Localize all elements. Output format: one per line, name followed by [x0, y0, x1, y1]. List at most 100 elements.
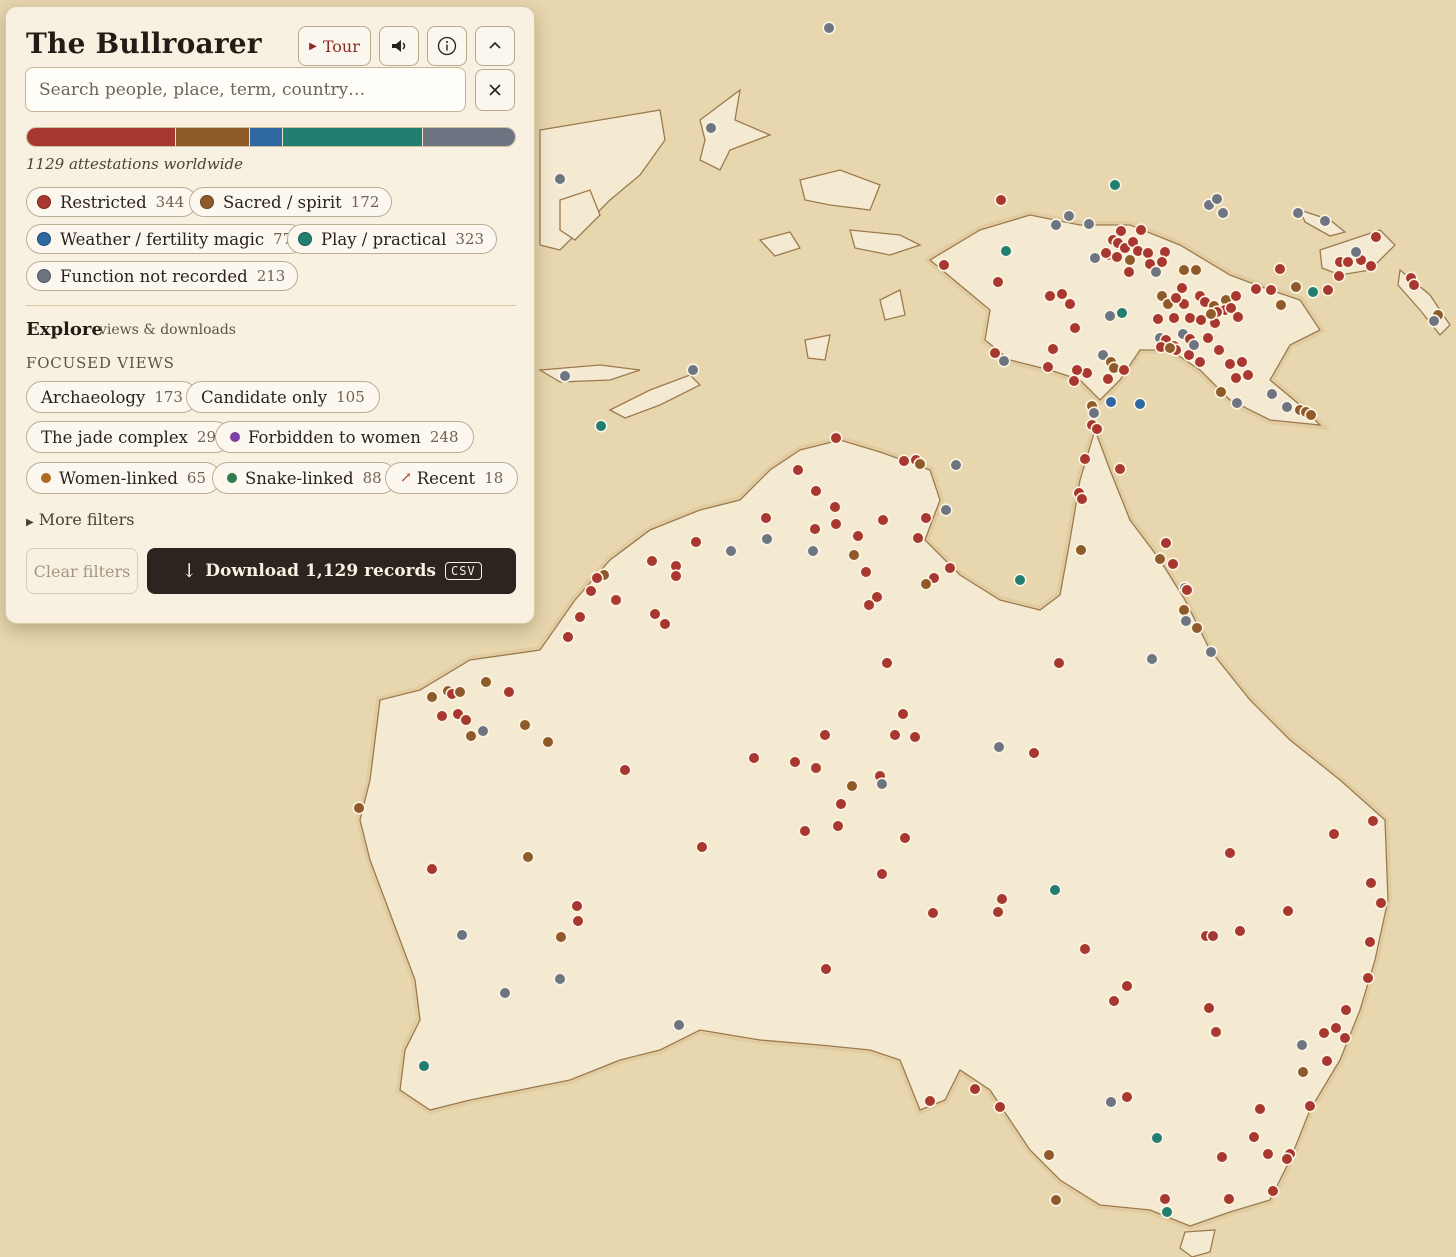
- attestation-marker[interactable]: [1150, 1131, 1164, 1145]
- attestation-marker[interactable]: [897, 454, 911, 468]
- attestation-marker[interactable]: [618, 763, 632, 777]
- attestation-marker[interactable]: [1215, 1150, 1229, 1164]
- attestation-marker[interactable]: [669, 569, 683, 583]
- attestation-marker[interactable]: [1303, 1099, 1317, 1113]
- attestation-marker[interactable]: [1295, 1038, 1309, 1052]
- attestation-marker[interactable]: [806, 544, 820, 558]
- attestation-marker[interactable]: [648, 607, 662, 621]
- attestation-marker[interactable]: [476, 724, 490, 738]
- attestation-marker[interactable]: [1229, 371, 1243, 385]
- attestation-marker[interactable]: [994, 193, 1008, 207]
- attestation-marker[interactable]: [609, 593, 623, 607]
- category-chip-unrecorded[interactable]: Function not recorded 213: [26, 261, 299, 291]
- attestation-marker[interactable]: [992, 740, 1006, 754]
- attestation-marker[interactable]: [1369, 230, 1383, 244]
- attestation-marker[interactable]: [747, 751, 761, 765]
- attestation-marker[interactable]: [1187, 338, 1201, 352]
- attestation-marker[interactable]: [1231, 310, 1245, 324]
- attestation-marker[interactable]: [1327, 827, 1341, 841]
- attestation-marker[interactable]: [1364, 876, 1378, 890]
- attestation-marker[interactable]: [1364, 259, 1378, 273]
- attestation-marker[interactable]: [798, 824, 812, 838]
- attestation-marker[interactable]: [571, 914, 585, 928]
- attestation-marker[interactable]: [1291, 206, 1305, 220]
- attestation-marker[interactable]: [791, 463, 805, 477]
- attestation-marker[interactable]: [845, 779, 859, 793]
- attestation-marker[interactable]: [1247, 1130, 1261, 1144]
- attestation-marker[interactable]: [1306, 285, 1320, 299]
- attestation-marker[interactable]: [919, 511, 933, 525]
- attestation-marker[interactable]: [1046, 342, 1060, 356]
- category-chip-restricted[interactable]: Restricted 344: [26, 187, 198, 217]
- attestation-marker[interactable]: [943, 561, 957, 575]
- attestation-marker[interactable]: [1043, 289, 1057, 303]
- attestation-marker[interactable]: [759, 511, 773, 525]
- attestation-marker[interactable]: [834, 797, 848, 811]
- attestation-marker[interactable]: [1110, 250, 1124, 264]
- attestation-marker[interactable]: [1241, 368, 1255, 382]
- attestation-marker[interactable]: [1265, 387, 1279, 401]
- attestation-marker[interactable]: [880, 656, 894, 670]
- attestation-marker[interactable]: [1062, 209, 1076, 223]
- attestation-marker[interactable]: [1341, 255, 1355, 269]
- tour-button[interactable]: ▶ Tour: [298, 26, 371, 66]
- attestation-marker[interactable]: [1075, 492, 1089, 506]
- attestation-marker[interactable]: [999, 244, 1013, 258]
- attestation-marker[interactable]: [829, 431, 843, 445]
- view-chip-women-linked[interactable]: Women-linked 65: [26, 462, 221, 494]
- attestation-marker[interactable]: [1101, 372, 1115, 386]
- attestation-marker[interactable]: [1212, 343, 1226, 357]
- attestation-marker[interactable]: [911, 531, 925, 545]
- view-chip-archaeology[interactable]: Archaeology 173: [26, 381, 198, 413]
- attestation-marker[interactable]: [1149, 265, 1163, 279]
- attestation-marker[interactable]: [888, 728, 902, 742]
- attestation-marker[interactable]: [1041, 360, 1055, 374]
- attestation-marker[interactable]: [1107, 994, 1121, 1008]
- attestation-marker[interactable]: [645, 554, 659, 568]
- attestation-marker[interactable]: [926, 906, 940, 920]
- attestation-marker[interactable]: [1280, 400, 1294, 414]
- attestation-marker[interactable]: [704, 121, 718, 135]
- attestation-marker[interactable]: [1180, 583, 1194, 597]
- attestation-marker[interactable]: [1052, 656, 1066, 670]
- attestation-marker[interactable]: [453, 685, 467, 699]
- attestation-marker[interactable]: [1177, 263, 1191, 277]
- attestation-marker[interactable]: [1266, 1184, 1280, 1198]
- attestation-marker[interactable]: [923, 1094, 937, 1108]
- attestation-marker[interactable]: [1230, 396, 1244, 410]
- attestation-marker[interactable]: [1216, 206, 1230, 220]
- attestation-marker[interactable]: [352, 801, 366, 815]
- attestation-marker[interactable]: [1366, 814, 1380, 828]
- attestation-marker[interactable]: [1134, 223, 1148, 237]
- attestation-marker[interactable]: [553, 972, 567, 986]
- attestation-marker[interactable]: [949, 458, 963, 472]
- clear-search-button[interactable]: [475, 69, 515, 111]
- attestation-marker[interactable]: [1214, 385, 1228, 399]
- attestation-marker[interactable]: [1183, 311, 1197, 325]
- attestation-marker[interactable]: [937, 258, 951, 272]
- attestation-marker[interactable]: [1151, 312, 1165, 326]
- attestation-marker[interactable]: [1049, 1193, 1063, 1207]
- category-chip-weather[interactable]: Weather / fertility magic 77: [26, 224, 306, 254]
- attestation-marker[interactable]: [1189, 263, 1203, 277]
- attestation-marker[interactable]: [1253, 1102, 1267, 1116]
- attestation-marker[interactable]: [1141, 246, 1155, 260]
- attestation-marker[interactable]: [1349, 245, 1363, 259]
- attestation-marker[interactable]: [1049, 218, 1063, 232]
- attestation-marker[interactable]: [479, 675, 493, 689]
- attestation-marker[interactable]: [435, 709, 449, 723]
- attestation-marker[interactable]: [851, 529, 865, 543]
- attestation-marker[interactable]: [459, 713, 473, 727]
- attestation-marker[interactable]: [829, 517, 843, 531]
- attestation-marker[interactable]: [1120, 979, 1134, 993]
- attestation-marker[interactable]: [1067, 374, 1081, 388]
- attestation-marker[interactable]: [908, 730, 922, 744]
- attestation-marker[interactable]: [1163, 341, 1177, 355]
- attestation-marker[interactable]: [594, 419, 608, 433]
- attestation-marker[interactable]: [1202, 1001, 1216, 1015]
- attestation-marker[interactable]: [995, 892, 1009, 906]
- attestation-marker[interactable]: [822, 21, 836, 35]
- attestation-marker[interactable]: [1273, 262, 1287, 276]
- attestation-marker[interactable]: [1068, 321, 1082, 335]
- collapse-button[interactable]: [475, 26, 515, 66]
